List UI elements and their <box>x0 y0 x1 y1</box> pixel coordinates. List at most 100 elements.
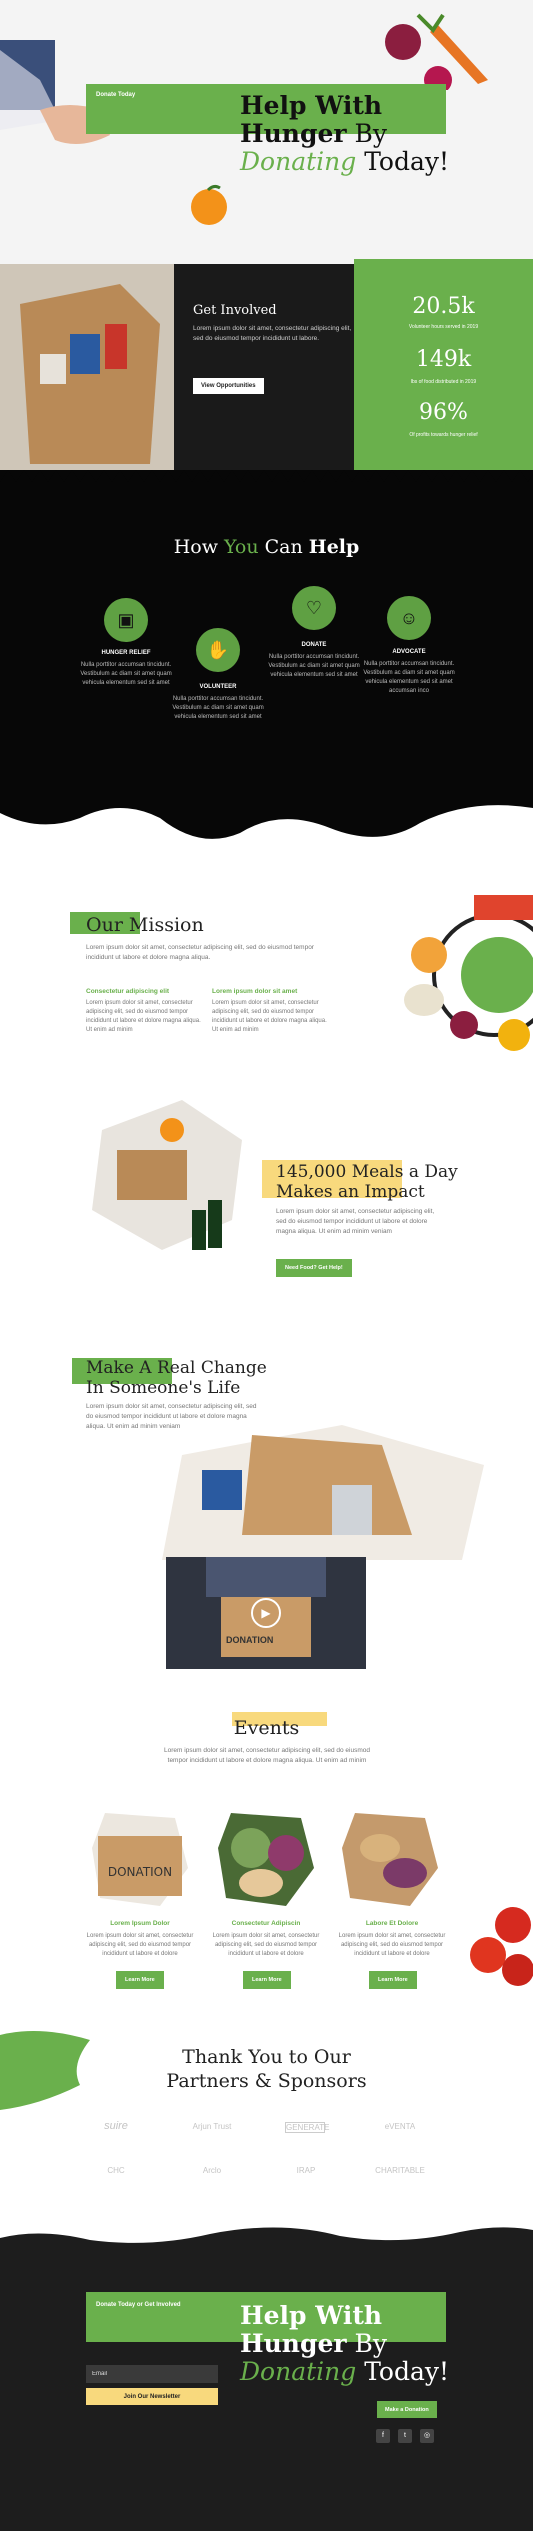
learn-more-button[interactable]: Learn More <box>116 1971 164 1989</box>
get-involved-title: Get Involved <box>193 303 277 318</box>
meals-text: Lorem ipsum dolor sit amet, consectetur … <box>276 1208 435 1235</box>
hero-title-by: By <box>346 119 387 148</box>
footer-title-hunger: Hunger <box>240 2329 347 2358</box>
help-title-help: Help <box>308 536 360 558</box>
stat-label: Of profits towards hunger relief <box>409 432 478 438</box>
zigzag-divider <box>0 470 533 482</box>
help-item-text: Nulla porttitor accumsan tincidunt. Vest… <box>363 661 455 694</box>
event-image-label: DONATION <box>108 1865 172 1879</box>
basket-icon: ▣ <box>104 598 148 642</box>
mission-col1-title: Consectetur adipiscing elit <box>86 988 170 995</box>
stat-value: 149k <box>415 347 472 372</box>
mission-col2-title: Lorem ipsum dolor sit amet <box>212 988 298 995</box>
partner-logo: CHC <box>107 2166 125 2175</box>
stat-value: 20.5k <box>412 294 475 319</box>
help-item-name: VOLUNTEER <box>199 684 237 690</box>
partner-logo: Arclo <box>202 2166 222 2175</box>
hero-title-donating: Donating <box>240 147 357 176</box>
help-item-name: ADVOCATE <box>392 649 426 655</box>
event-image-artichokes <box>218 1813 314 1906</box>
instagram-icon[interactable]: ◎ <box>420 2429 434 2443</box>
meals-title-rest: a Day <box>403 1162 458 1182</box>
video-box-label: DONATION <box>226 1635 274 1645</box>
stat-label: lbs of food distributed in 2019 <box>410 379 477 385</box>
event-title: Labore Et Dolore <box>365 1920 419 1927</box>
mission-col1-text: Lorem ipsum dolor sit amet, consectetur … <box>86 1000 201 1033</box>
change-title: Make A Real Change In Someone's Life <box>86 1358 267 1398</box>
events-title: Events <box>233 1717 300 1739</box>
change-title-line2: In Someone's Life <box>86 1378 241 1398</box>
footer-section <box>0 2245 533 2531</box>
get-help-button[interactable]: Need Food? Get Help! <box>276 1259 352 1277</box>
play-icon[interactable]: ▶ <box>251 1598 281 1628</box>
help-item-text: Nulla porttitor accumsan tincidunt. Vest… <box>268 654 360 678</box>
event-text: Lorem ipsum dolor sit amet, consectetur … <box>86 1933 194 1957</box>
facebook-icon[interactable]: f <box>376 2429 390 2443</box>
twitter-icon[interactable]: t <box>398 2429 412 2443</box>
mission-col2-text: Lorem ipsum dolor sit amet, consectetur … <box>212 1000 327 1033</box>
partner-logo: GENERATE <box>285 2122 330 2133</box>
partners-title-line2: Partners & Sponsors <box>166 2070 367 2092</box>
learn-more-button[interactable]: Learn More <box>243 1971 291 1989</box>
partners-title: Thank You to Our Partners & Sponsors <box>0 2045 533 2093</box>
hand-icon: ✋ <box>196 628 240 672</box>
footer-title-donating: Donating <box>240 2357 357 2386</box>
change-title-line1: Make A Real Change <box>86 1358 267 1378</box>
footer-title-by: By <box>346 2329 387 2358</box>
orange-icon <box>191 184 227 225</box>
partner-logo: Arjun Trust <box>192 2122 232 2131</box>
hero-title: Help With Hunger By Donating Today! <box>240 92 449 176</box>
hero-tagline: Donate Today <box>96 92 136 98</box>
event-text: Lorem ipsum dolor sit amet, consectetur … <box>212 1933 320 1957</box>
help-title-how: How <box>173 536 224 558</box>
help-title-you: You <box>224 536 259 558</box>
get-involved-text: Lorem ipsum dolor sit amet, consectetur … <box>193 325 352 342</box>
help-item-text: Nulla porttitor accumsan tincidunt. Vest… <box>172 696 264 720</box>
hero-title-today: Today! <box>356 147 450 176</box>
footer-title-today: Today! <box>356 2357 450 2386</box>
help-item-name: HUNGER RELIEF <box>101 650 151 656</box>
partner-logo: eVENTA <box>384 2122 416 2131</box>
vegetables-top-image <box>385 13 488 90</box>
event-image-potatoes <box>342 1813 438 1906</box>
view-opportunities-button[interactable]: View Opportunities <box>193 378 264 394</box>
heart-icon: ♡ <box>292 586 336 630</box>
make-donation-button[interactable]: Make a Donation <box>377 2401 437 2418</box>
tomatoes-image <box>470 1907 533 1986</box>
partner-logo: suire <box>104 2120 128 2132</box>
partner-logo: CHARITABLE <box>375 2166 425 2175</box>
donation-box-image <box>162 1425 484 1560</box>
footer-tagline: Donate Today or Get Involved <box>96 2302 181 2308</box>
hero-title-line1: Help With <box>240 91 383 120</box>
help-item-text: Nulla porttitor accumsan tincidunt. Vest… <box>80 662 172 686</box>
meals-title-bold: 145,000 Meals <box>276 1162 404 1182</box>
help-item-name: DONATE <box>301 642 327 648</box>
stat-label: Volunteer hours served in 2019 <box>408 324 479 330</box>
people-icon: ☺ <box>387 596 431 640</box>
get-involved-panel <box>174 264 354 470</box>
email-field[interactable] <box>86 2365 218 2383</box>
how-you-can-help-title: How You Can Help <box>0 536 533 558</box>
food-box-image <box>0 264 174 470</box>
footer-brush-divider <box>0 2227 533 2250</box>
meals-collage-image <box>92 1100 242 1250</box>
mission-title: Our Mission <box>86 914 204 936</box>
meals-title-line2: Makes an Impact <box>276 1182 425 1202</box>
newsletter-button[interactable]: Join Our Newsletter <box>86 2388 218 2405</box>
learn-more-button[interactable]: Learn More <box>369 1971 417 1989</box>
help-title-can: Can <box>258 536 309 558</box>
events-text: Lorem ipsum dolor sit amet, consectetur … <box>164 1747 370 1764</box>
partners-title-line1: Thank You to Our <box>182 2046 351 2068</box>
event-title: Consectetur Adipiscin <box>231 1920 301 1927</box>
footer-title: Help With Hunger By Donating Today! <box>240 2302 449 2386</box>
event-text: Lorem ipsum dolor sit amet, consectetur … <box>338 1933 446 1957</box>
mission-text: Lorem ipsum dolor sit amet, consectetur … <box>86 944 314 961</box>
stat-value: 96% <box>419 400 468 425</box>
vegetable-basket-image <box>404 895 533 1051</box>
footer-title-line1: Help With <box>240 2301 383 2330</box>
event-title: Lorem Ipsum Dolor <box>110 1920 170 1927</box>
how-you-can-help-section <box>0 470 533 790</box>
hero-title-hunger: Hunger <box>240 119 347 148</box>
brush-divider <box>0 788 533 839</box>
event-image-donation: DONATION <box>92 1813 188 1906</box>
